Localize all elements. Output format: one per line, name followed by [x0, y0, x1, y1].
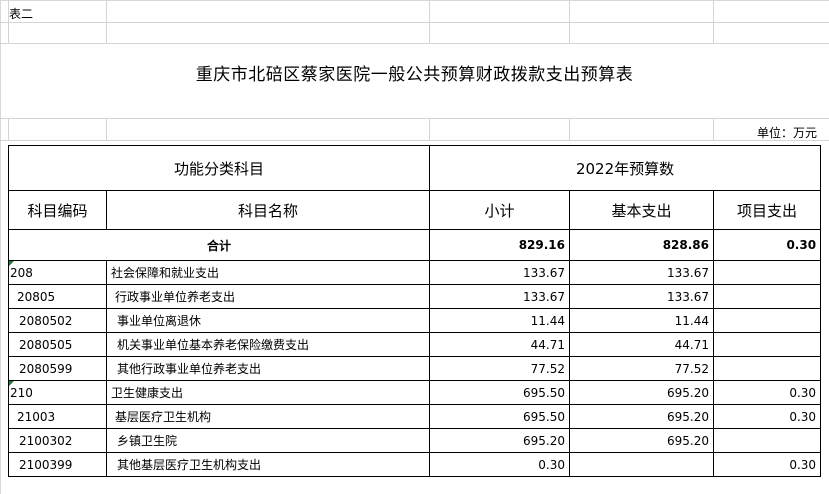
- row-name[interactable]: 乡镇卫生院: [105, 428, 431, 453]
- row-subtotal[interactable]: 11.44: [429, 308, 571, 333]
- row-project[interactable]: 0.30: [713, 404, 822, 429]
- row-subtotal[interactable]: 0.30: [429, 452, 571, 477]
- row-name[interactable]: 卫生健康支出: [105, 380, 431, 405]
- total-subtotal[interactable]: 829.16: [429, 229, 571, 261]
- row-name[interactable]: 行政事业单位养老支出: [105, 284, 431, 309]
- total-project[interactable]: 0.30: [713, 229, 822, 261]
- row-name[interactable]: 社会保障和就业支出: [105, 260, 431, 285]
- grid-line: [429, 0, 430, 43]
- grid-line: [713, 118, 714, 140]
- grid-line: [0, 140, 829, 141]
- spreadsheet-canvas: 表二 重庆市北碚区蔡家医院一般公共预算财政拨款支出预算表 单位：万元 功能分类科…: [0, 0, 829, 494]
- table-row: 210 卫生健康支出 695.50 695.20 0.30: [8, 380, 822, 405]
- grid-line: [0, 43, 829, 44]
- grid-line: [0, 118, 829, 119]
- row-code[interactable]: 210: [8, 380, 107, 405]
- budget-table: 功能分类科目 2022年预算数 科目编码 科目名称 小计 基本支出 项目支出 合…: [7, 145, 822, 477]
- row-basic[interactable]: [569, 452, 715, 477]
- total-label[interactable]: 合计: [7, 229, 431, 261]
- row-subtotal[interactable]: 44.71: [429, 332, 571, 357]
- row-subtotal[interactable]: 133.67: [429, 284, 571, 309]
- header-budget-2022[interactable]: 2022年预算数: [429, 145, 822, 191]
- sheet-label[interactable]: 表二: [9, 5, 33, 22]
- grid-line: [0, 22, 829, 23]
- row-code[interactable]: 20805: [8, 284, 107, 309]
- table-row: 2080502 事业单位离退休 11.44 11.44: [8, 308, 822, 333]
- row-code[interactable]: 2080502: [8, 308, 107, 333]
- error-indicator-icon: [9, 381, 14, 386]
- row-basic[interactable]: 77.52: [569, 356, 715, 381]
- row-code[interactable]: 208: [8, 260, 107, 285]
- row-project[interactable]: [713, 356, 822, 381]
- row-name[interactable]: 事业单位离退休: [105, 308, 431, 333]
- row-project[interactable]: [713, 428, 822, 453]
- row-basic[interactable]: 695.20: [569, 404, 715, 429]
- header-project[interactable]: 项目支出: [713, 190, 822, 230]
- table-row: 21003 基层医疗卫生机构 695.50 695.20 0.30: [8, 404, 822, 429]
- row-subtotal[interactable]: 77.52: [429, 356, 571, 381]
- grid-line: [569, 0, 570, 43]
- table-row: 20805 行政事业单位养老支出 133.67 133.67: [8, 284, 822, 309]
- header-row-group: 功能分类科目 2022年预算数: [7, 145, 822, 191]
- header-basic[interactable]: 基本支出: [569, 190, 715, 230]
- grid-line: [569, 118, 570, 140]
- header-function-classification[interactable]: 功能分类科目: [7, 145, 431, 191]
- row-project[interactable]: [713, 332, 822, 357]
- row-basic[interactable]: 695.20: [569, 428, 715, 453]
- table-row: 2100302 乡镇卫生院 695.20 695.20: [8, 428, 822, 453]
- grid-line: [8, 118, 9, 140]
- header-name[interactable]: 科目名称: [105, 190, 431, 230]
- row-subtotal[interactable]: 133.67: [429, 260, 571, 285]
- unit-label[interactable]: 单位：万元: [757, 124, 817, 141]
- row-name[interactable]: 其他基层医疗卫生机构支出: [105, 452, 431, 477]
- error-indicator-icon: [9, 261, 14, 266]
- table-row: 2080599 其他行政事业单位养老支出 77.52 77.52: [8, 356, 822, 381]
- row-code[interactable]: 21003: [8, 404, 107, 429]
- table-row: 2080505 机关事业单位基本养老保险缴费支出 44.71 44.71: [8, 332, 822, 357]
- row-basic[interactable]: 695.20: [569, 380, 715, 405]
- row-code[interactable]: 2080505: [8, 332, 107, 357]
- header-row-columns: 科目编码 科目名称 小计 基本支出 项目支出: [8, 190, 822, 230]
- total-row: 合计 829.16 828.86 0.30: [7, 229, 822, 261]
- row-name[interactable]: 其他行政事业单位养老支出: [105, 356, 431, 381]
- row-project[interactable]: [713, 284, 822, 309]
- grid-line: [106, 118, 107, 140]
- total-basic[interactable]: 828.86: [569, 229, 715, 261]
- row-code[interactable]: 2080599: [8, 356, 107, 381]
- row-project[interactable]: [713, 260, 822, 285]
- header-code[interactable]: 科目编码: [8, 190, 107, 230]
- header-subtotal[interactable]: 小计: [429, 190, 571, 230]
- row-name[interactable]: 机关事业单位基本养老保险缴费支出: [105, 332, 431, 357]
- row-code[interactable]: 2100399: [8, 452, 107, 477]
- row-project[interactable]: [713, 308, 822, 333]
- grid-line: [106, 0, 107, 43]
- page-title[interactable]: 重庆市北碚区蔡家医院一般公共预算财政拨款支出预算表: [0, 60, 829, 85]
- table-row: 2100399 其他基层医疗卫生机构支出 0.30 0.30: [8, 452, 822, 477]
- row-basic[interactable]: 11.44: [569, 308, 715, 333]
- row-code[interactable]: 2100302: [8, 428, 107, 453]
- row-subtotal[interactable]: 695.50: [429, 404, 571, 429]
- grid-line: [429, 118, 430, 140]
- row-basic[interactable]: 133.67: [569, 284, 715, 309]
- row-project[interactable]: 0.30: [713, 452, 822, 477]
- grid-line: [713, 0, 714, 43]
- row-name[interactable]: 基层医疗卫生机构: [105, 404, 431, 429]
- row-subtotal[interactable]: 695.20: [429, 428, 571, 453]
- row-subtotal[interactable]: 695.50: [429, 380, 571, 405]
- row-basic[interactable]: 44.71: [569, 332, 715, 357]
- row-project[interactable]: 0.30: [713, 380, 822, 405]
- row-basic[interactable]: 133.67: [569, 260, 715, 285]
- table-row: 208 社会保障和就业支出 133.67 133.67: [8, 260, 822, 285]
